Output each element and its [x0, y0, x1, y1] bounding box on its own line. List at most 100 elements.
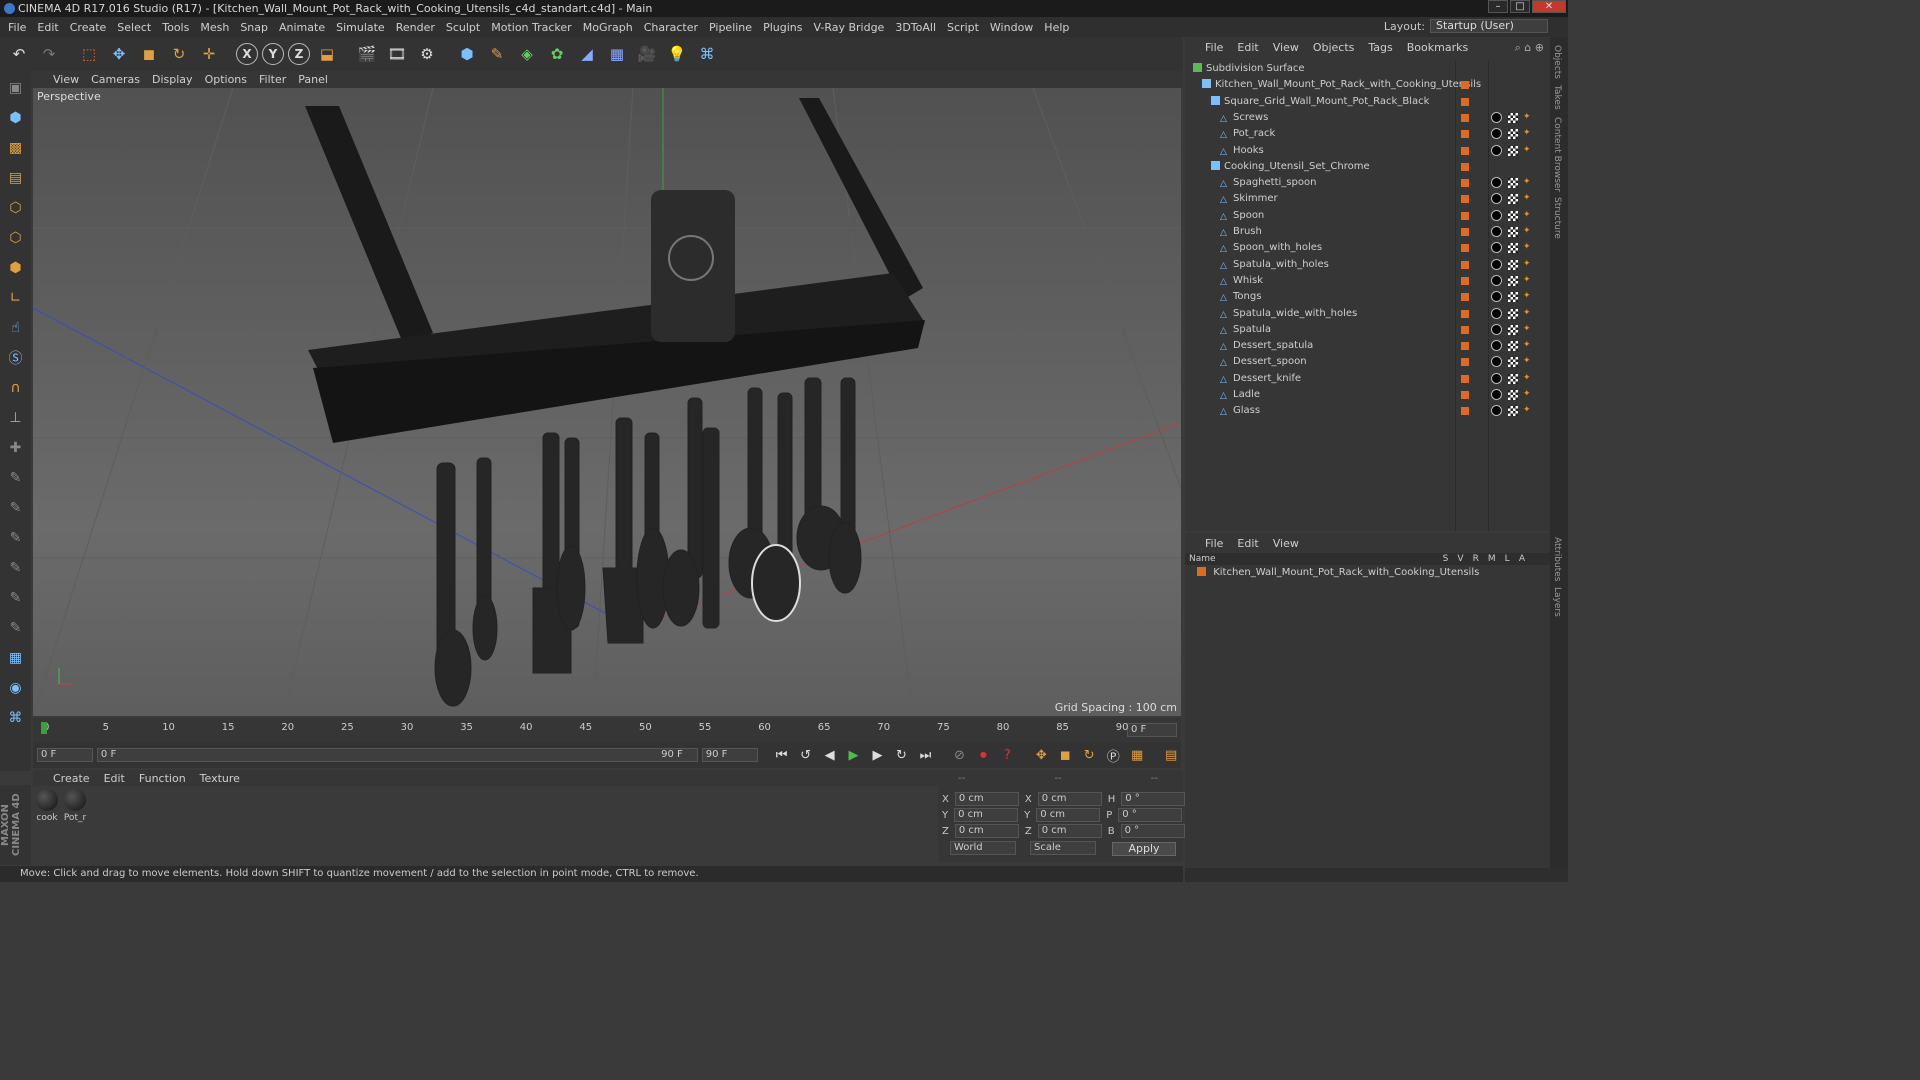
- z-axis-icon[interactable]: Z: [288, 43, 310, 65]
- layer-color-icon[interactable]: [1461, 113, 1469, 122]
- solo-icon[interactable]: ▦: [3, 645, 29, 671]
- script-icon[interactable]: ⌘: [3, 705, 29, 731]
- phong-tag-icon[interactable]: ✦: [1523, 340, 1531, 350]
- material-tag-icon[interactable]: [1491, 242, 1502, 254]
- phong-tag-icon[interactable]: ✦: [1523, 128, 1531, 138]
- layer-color-icon[interactable]: [1461, 309, 1469, 318]
- workplane-axis-icon[interactable]: ⊥: [3, 405, 29, 431]
- object-menu-edit[interactable]: Edit: [1237, 41, 1258, 57]
- maximize-button[interactable]: □: [1510, 0, 1530, 13]
- phong-tag-icon[interactable]: ✦: [1523, 259, 1531, 269]
- layer-color-icon[interactable]: [1461, 293, 1469, 302]
- layer-color-icon[interactable]: [1461, 407, 1469, 416]
- layout-dropdown[interactable]: Startup (User): [1430, 19, 1548, 33]
- side-tab-structure[interactable]: Structure: [1552, 197, 1562, 239]
- texture-tag-icon[interactable]: [1508, 145, 1518, 156]
- phong-tag-icon[interactable]: ✦: [1523, 308, 1531, 318]
- texture-tag-icon[interactable]: [1508, 243, 1518, 254]
- texture-tag-icon[interactable]: [1508, 275, 1518, 286]
- magnet-icon[interactable]: ∩: [3, 375, 29, 401]
- material-tag-icon[interactable]: [1491, 144, 1502, 156]
- object-row[interactable]: Cooking_Utensil_Set_Chrome: [1211, 159, 1370, 175]
- phong-tag-icon[interactable]: ✦: [1523, 356, 1531, 366]
- layer-color-icon[interactable]: [1461, 130, 1469, 139]
- snap-icon[interactable]: Ⓢ: [3, 345, 29, 371]
- layer-color-icon[interactable]: [1461, 358, 1469, 367]
- object-menu-file[interactable]: File: [1205, 41, 1223, 57]
- material-tag-icon[interactable]: [1491, 372, 1502, 384]
- next-frame-icon[interactable]: ▶: [868, 745, 888, 765]
- object-menu-bookmarks[interactable]: Bookmarks: [1407, 41, 1468, 57]
- layer-color-icon[interactable]: [1461, 195, 1469, 204]
- playhead[interactable]: [41, 722, 47, 734]
- rotate-icon[interactable]: ↻: [166, 41, 192, 67]
- points-mode-icon[interactable]: ⬡: [3, 195, 29, 221]
- coord-value-field[interactable]: 0 °: [1118, 808, 1183, 822]
- material-tag-icon[interactable]: [1491, 340, 1502, 352]
- camera-icon[interactable]: 🎥: [634, 41, 660, 67]
- layer-color-icon[interactable]: [1461, 260, 1469, 269]
- menu-file[interactable]: File: [8, 21, 26, 34]
- sculpt-smooth-icon[interactable]: ✎: [3, 495, 29, 521]
- end-frame-field[interactable]: 90 F: [701, 748, 758, 762]
- object-row[interactable]: △ Hooks: [1220, 143, 1264, 159]
- side-tab-takes[interactable]: Takes: [1552, 85, 1562, 110]
- frame-range-slider[interactable]: 0 F 90 F: [96, 748, 698, 762]
- array-icon[interactable]: ✿: [544, 41, 570, 67]
- phong-tag-icon[interactable]: ✦: [1523, 291, 1531, 301]
- material-tag-icon[interactable]: [1491, 128, 1502, 140]
- polygons-mode-icon[interactable]: ⬢: [3, 255, 29, 281]
- material-tag-icon[interactable]: [1491, 356, 1502, 368]
- texture-tag-icon[interactable]: [1508, 308, 1518, 319]
- texture-tag-icon[interactable]: [1508, 373, 1518, 384]
- current-frame-field[interactable]: 0 F: [1127, 723, 1177, 737]
- layer-menu-file[interactable]: File: [1205, 537, 1223, 553]
- object-row[interactable]: Kitchen_Wall_Mount_Pot_Rack_with_Cooking…: [1202, 77, 1481, 93]
- go-to-end-icon[interactable]: ⏭: [915, 745, 935, 765]
- object-row[interactable]: △ Spatula_wide_with_holes: [1220, 306, 1357, 322]
- menu-v-ray-bridge[interactable]: V-Ray Bridge: [813, 21, 884, 34]
- phong-tag-icon[interactable]: ✦: [1523, 242, 1531, 252]
- object-row[interactable]: △ Spatula_with_holes: [1220, 257, 1329, 273]
- object-menu-objects[interactable]: Objects: [1313, 41, 1355, 57]
- texture-tag-icon[interactable]: [1508, 341, 1518, 352]
- object-row[interactable]: △ Ladle: [1220, 387, 1260, 403]
- side-tab-objects[interactable]: Objects: [1552, 45, 1562, 79]
- key-scale-icon[interactable]: ◼: [1055, 745, 1075, 765]
- menu-3dtoall[interactable]: 3DToAll: [895, 21, 936, 34]
- coord-value-field[interactable]: 0 cm: [1037, 792, 1102, 806]
- menu-plugins[interactable]: Plugins: [763, 21, 802, 34]
- light-icon[interactable]: 💡: [664, 41, 690, 67]
- texture-tag-icon[interactable]: [1508, 259, 1518, 270]
- layer-color-icon[interactable]: [1461, 162, 1469, 171]
- viewport-menu-options[interactable]: Options: [205, 73, 247, 86]
- object-row[interactable]: △ Spaghetti_spoon: [1220, 175, 1316, 191]
- menu-tools[interactable]: Tools: [162, 21, 189, 34]
- texture-tag-icon[interactable]: [1508, 406, 1518, 417]
- layer-color-icon[interactable]: [1461, 342, 1469, 351]
- coord-value-field[interactable]: 0 cm: [954, 792, 1019, 806]
- sculpt-pull-icon[interactable]: ✎: [3, 525, 29, 551]
- layer-menu-view[interactable]: View: [1273, 537, 1299, 553]
- play-icon[interactable]: ▶: [844, 745, 864, 765]
- workplane-icon[interactable]: ▤: [3, 165, 29, 191]
- timeline-ruler[interactable]: 0 F 051015202530354045505560657075808590: [33, 718, 1181, 742]
- phong-tag-icon[interactable]: ✦: [1523, 210, 1531, 220]
- side-tab-layers[interactable]: Layers: [1552, 587, 1562, 617]
- key-parameter-icon[interactable]: Ⓟ: [1103, 745, 1123, 765]
- texture-tag-icon[interactable]: [1508, 129, 1518, 140]
- phong-tag-icon[interactable]: ✦: [1523, 324, 1531, 334]
- texture-tag-icon[interactable]: [1508, 227, 1518, 237]
- object-row[interactable]: △ Glass: [1220, 403, 1260, 419]
- phong-tag-icon[interactable]: ✦: [1523, 193, 1531, 203]
- phong-tag-icon[interactable]: ✦: [1523, 389, 1531, 399]
- viewport-3d[interactable]: Perspective Grid Spacing : 100 cm ✥⇊↻□: [33, 88, 1181, 716]
- material-tag-icon[interactable]: [1491, 405, 1502, 417]
- material-menu-create[interactable]: Create: [53, 772, 90, 785]
- object-row[interactable]: △ Spoon_with_holes: [1220, 240, 1322, 256]
- phong-tag-icon[interactable]: ✦: [1523, 275, 1531, 285]
- texture-tag-icon[interactable]: [1508, 324, 1518, 335]
- menu-create[interactable]: Create: [70, 21, 107, 34]
- coord-value-field[interactable]: 0 cm: [1037, 824, 1102, 838]
- record-icon[interactable]: ⏺: [973, 745, 993, 765]
